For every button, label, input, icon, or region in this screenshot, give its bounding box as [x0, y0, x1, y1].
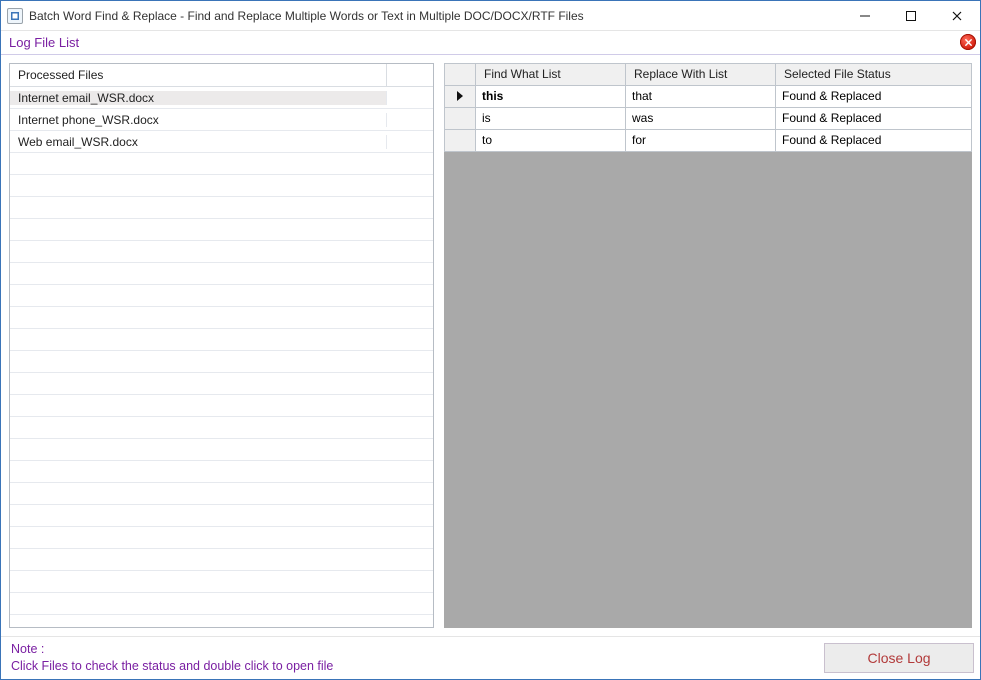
processed-files-col-header[interactable]: Processed Files — [10, 64, 387, 87]
grid-row-header-corner — [444, 63, 476, 86]
maximize-button[interactable] — [888, 1, 934, 31]
footer: Note : Click Files to check the status a… — [1, 636, 980, 679]
processed-files-list[interactable]: Internet email_WSR.docx Internet phone_WS… — [10, 87, 433, 627]
titlebar: Batch Word Find & Replace - Find and Rep… — [1, 1, 980, 31]
list-item[interactable] — [10, 395, 433, 417]
list-item[interactable]: Web email_WSR.docx — [10, 131, 433, 153]
list-item[interactable] — [10, 417, 433, 439]
note-label: Note : — [11, 642, 44, 656]
list-item[interactable] — [10, 153, 433, 175]
section-header: Log File List — [1, 31, 980, 55]
cell-replace-with[interactable]: for — [626, 130, 776, 152]
list-item[interactable] — [10, 615, 433, 627]
list-item[interactable] — [10, 307, 433, 329]
panel-close-icon[interactable] — [960, 34, 976, 50]
list-item[interactable] — [10, 527, 433, 549]
cell-find-what[interactable]: this — [476, 86, 626, 108]
window-title: Batch Word Find & Replace - Find and Rep… — [29, 9, 584, 23]
file-name: Web email_WSR.docx — [10, 135, 387, 149]
cell-replace-with[interactable]: was — [626, 108, 776, 130]
footer-note: Note : Click Files to check the status a… — [11, 641, 333, 675]
table-row[interactable]: iswasFound & Replaced — [444, 108, 972, 130]
processed-files-panel: Processed Files Internet email_WSR.docxI… — [9, 63, 434, 628]
results-grid[interactable]: Find What List Replace With List Selecte… — [444, 63, 972, 152]
file-name: Internet email_WSR.docx — [10, 91, 387, 105]
list-item[interactable]: Internet email_WSR.docx — [10, 87, 433, 109]
list-item[interactable] — [10, 263, 433, 285]
close-button[interactable] — [934, 1, 980, 31]
results-panel: Find What List Replace With List Selecte… — [444, 63, 972, 628]
list-item[interactable] — [10, 351, 433, 373]
processed-files-header: Processed Files — [10, 64, 433, 88]
list-item[interactable] — [10, 439, 433, 461]
close-log-button[interactable]: Close Log — [824, 643, 974, 673]
list-item[interactable] — [10, 483, 433, 505]
table-row[interactable]: toforFound & Replaced — [444, 130, 972, 152]
cell-status[interactable]: Found & Replaced — [776, 130, 972, 152]
cell-replace-with[interactable]: that — [626, 86, 776, 108]
list-item[interactable] — [10, 593, 433, 615]
grid-empty-area — [444, 152, 972, 628]
content-area: Processed Files Internet email_WSR.docxI… — [1, 55, 980, 636]
list-item[interactable] — [10, 175, 433, 197]
list-item[interactable] — [10, 461, 433, 483]
list-item[interactable] — [10, 241, 433, 263]
list-item[interactable]: Internet phone_WSR.docx — [10, 109, 433, 131]
app-window: Batch Word Find & Replace - Find and Rep… — [0, 0, 981, 680]
file-name: Internet phone_WSR.docx — [10, 113, 387, 127]
list-item[interactable] — [10, 549, 433, 571]
cell-status[interactable]: Found & Replaced — [776, 108, 972, 130]
list-item[interactable] — [10, 571, 433, 593]
list-item[interactable] — [10, 219, 433, 241]
list-item[interactable] — [10, 197, 433, 219]
section-title: Log File List — [9, 35, 79, 50]
list-item[interactable] — [10, 373, 433, 395]
cell-find-what[interactable]: to — [476, 130, 626, 152]
row-indicator — [444, 108, 476, 130]
list-item[interactable] — [10, 505, 433, 527]
cell-status[interactable]: Found & Replaced — [776, 86, 972, 108]
col-find-what[interactable]: Find What List — [476, 63, 626, 86]
minimize-button[interactable] — [842, 1, 888, 31]
current-row-icon — [456, 91, 464, 101]
app-icon — [7, 8, 23, 24]
col-replace-with[interactable]: Replace With List — [626, 63, 776, 86]
table-row[interactable]: thisthatFound & Replaced — [444, 86, 972, 108]
list-item[interactable] — [10, 329, 433, 351]
col-selected-status[interactable]: Selected File Status — [776, 63, 972, 86]
grid-header: Find What List Replace With List Selecte… — [444, 63, 972, 86]
row-indicator — [444, 86, 476, 108]
grid-body: thisthatFound & ReplacediswasFound & Rep… — [444, 86, 972, 152]
cell-find-what[interactable]: is — [476, 108, 626, 130]
row-indicator — [444, 130, 476, 152]
list-item[interactable] — [10, 285, 433, 307]
note-text: Click Files to check the status and doub… — [11, 659, 333, 673]
processed-files-col-spare — [387, 64, 433, 87]
